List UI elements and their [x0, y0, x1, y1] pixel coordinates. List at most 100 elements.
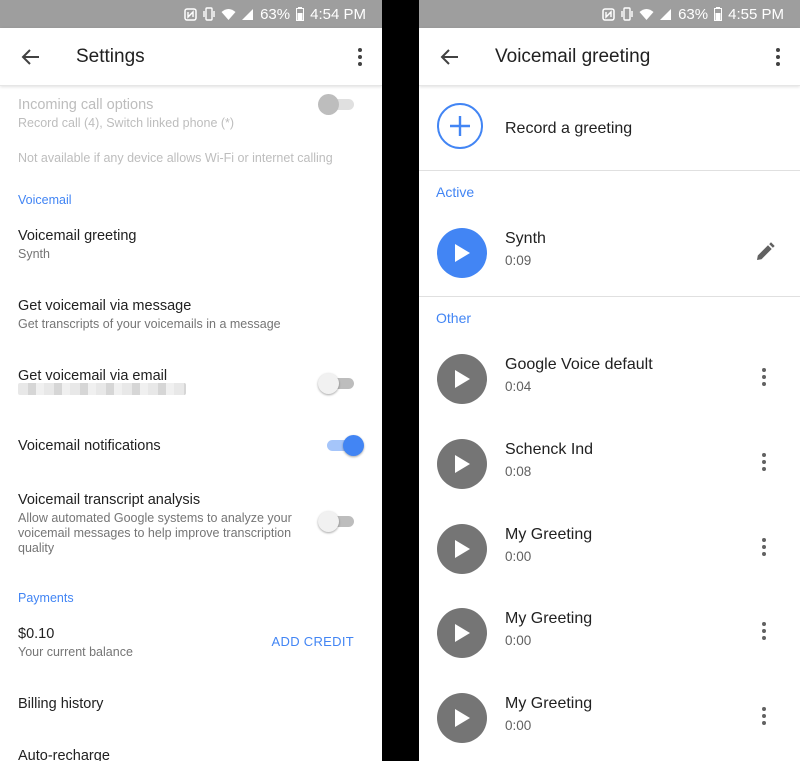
greeting-duration: 0:04 [505, 379, 532, 394]
greeting-name: My Greeting [505, 695, 593, 712]
more-vert-icon [358, 47, 362, 66]
play-button[interactable] [437, 439, 487, 489]
status-bar: 63% 4:55 PM [419, 0, 800, 28]
voicemail-greeting-item[interactable]: Voicemail greeting Synth [18, 228, 382, 262]
via-message-subtitle: Get transcripts of your voicemails in a … [18, 317, 281, 331]
greeting-more-button[interactable] [754, 622, 774, 640]
play-icon [455, 709, 470, 727]
battery-level: 63% [678, 5, 709, 23]
voicemail-via-message-item[interactable]: Get voicemail via message Get transcript… [18, 298, 382, 332]
status-icons [602, 7, 672, 21]
play-icon [455, 244, 470, 262]
back-arrow-icon [21, 48, 39, 65]
active-greeting-row[interactable]: Synth 0:09 [419, 218, 800, 302]
signal-icon [660, 8, 672, 20]
play-button[interactable] [437, 693, 487, 743]
record-greeting-button[interactable] [437, 103, 483, 149]
greeting-name: Synth [505, 230, 546, 247]
more-vert-icon [762, 368, 766, 386]
wifi-icon [639, 8, 654, 20]
via-email-toggle[interactable] [318, 372, 356, 394]
play-button[interactable] [437, 524, 487, 574]
app-bar: Voicemail greeting [419, 28, 800, 86]
back-button[interactable] [0, 47, 62, 67]
record-greeting-label: Record a greeting [505, 120, 633, 137]
greeting-row[interactable]: Google Voice default 0:04 [419, 344, 800, 428]
play-icon [455, 455, 470, 473]
back-button[interactable] [419, 47, 481, 67]
more-vert-icon [762, 707, 766, 725]
greeting-row[interactable]: My Greeting 0:00 [419, 514, 800, 598]
app-bar: Settings [0, 28, 382, 86]
add-credit-button[interactable]: ADD CREDIT [272, 634, 354, 649]
page-title: Settings [76, 45, 145, 67]
more-vert-icon [776, 47, 780, 66]
voicemail-greeting-subtitle: Synth [18, 247, 50, 261]
more-options-button[interactable] [338, 47, 382, 66]
billing-history-item[interactable]: Billing history [18, 696, 382, 712]
play-button[interactable] [437, 608, 487, 658]
incoming-subtitle: Record call (4), Switch linked phone (*) [18, 116, 235, 130]
greeting-name: My Greeting [505, 526, 593, 543]
add-circle-icon [450, 116, 470, 136]
vibrate-icon [621, 7, 633, 21]
wifi-icon [221, 8, 236, 20]
auto-recharge-title: Auto-recharge [18, 748, 110, 761]
section-active: Active [436, 184, 475, 200]
nfc-icon [602, 7, 615, 21]
more-vert-icon [762, 453, 766, 471]
more-vert-icon [762, 622, 766, 640]
transcript-title: Voicemail transcript analysis [18, 492, 201, 508]
back-arrow-icon [440, 48, 458, 65]
greeting-row[interactable]: Schenck Ind 0:08 [419, 429, 800, 513]
play-button[interactable] [437, 228, 487, 278]
incoming-note-row: Not available if any device allows Wi-Fi… [18, 148, 382, 166]
greeting-more-button[interactable] [754, 538, 774, 556]
incoming-toggle [318, 93, 356, 115]
signal-icon [242, 8, 254, 20]
greeting-row[interactable]: My Greeting 0:00 [419, 683, 800, 761]
status-time: 4:54 PM [310, 5, 366, 23]
record-greeting-row[interactable]: Record a greeting [419, 86, 800, 171]
greeting-name: My Greeting [505, 610, 593, 627]
status-icons [184, 7, 254, 21]
billing-history-title: Billing history [18, 696, 104, 712]
via-message-title: Get voicemail via message [18, 298, 192, 314]
greeting-more-button[interactable] [754, 707, 774, 725]
greeting-duration: 0:00 [505, 549, 532, 564]
status-time: 4:55 PM [728, 5, 784, 23]
edit-greeting-button[interactable] [754, 241, 776, 268]
greeting-duration: 0:00 [505, 718, 532, 733]
play-icon [455, 624, 470, 642]
section-voicemail: Voicemail [18, 193, 72, 207]
section-payments: Payments [18, 591, 74, 605]
section-divider [419, 296, 800, 297]
nfc-icon [184, 7, 197, 21]
transcript-toggle[interactable] [318, 510, 356, 532]
notifications-toggle[interactable] [325, 434, 364, 456]
greeting-more-button[interactable] [754, 368, 774, 386]
greeting-name: Schenck Ind [505, 441, 594, 458]
transcript-subtitle-3: quality [18, 541, 55, 555]
auto-recharge-item[interactable]: Auto-recharge [18, 748, 382, 761]
settings-screen: 63% 4:54 PM Settings Incoming call optio… [0, 0, 382, 761]
blurred-email [18, 383, 186, 395]
greeting-row[interactable]: My Greeting 0:00 [419, 598, 800, 682]
battery-icon [296, 7, 305, 21]
voicemail-greeting-title: Voicemail greeting [18, 228, 137, 244]
vibrate-icon [203, 7, 215, 21]
more-vert-icon [762, 538, 766, 556]
voicemail-greeting-screen: 63% 4:55 PM Voicemail greeting Record a … [419, 0, 800, 761]
more-options-button[interactable] [756, 47, 800, 66]
greeting-duration: 0:00 [505, 633, 532, 648]
status-bar: 63% 4:54 PM [0, 0, 382, 28]
play-icon [455, 540, 470, 558]
pencil-icon [757, 242, 775, 260]
play-button[interactable] [437, 354, 487, 404]
play-icon [455, 370, 470, 388]
greeting-name: Google Voice default [505, 356, 653, 373]
battery-level: 63% [260, 5, 291, 23]
greeting-more-button[interactable] [754, 453, 774, 471]
battery-icon [714, 7, 723, 21]
section-other: Other [436, 310, 472, 326]
